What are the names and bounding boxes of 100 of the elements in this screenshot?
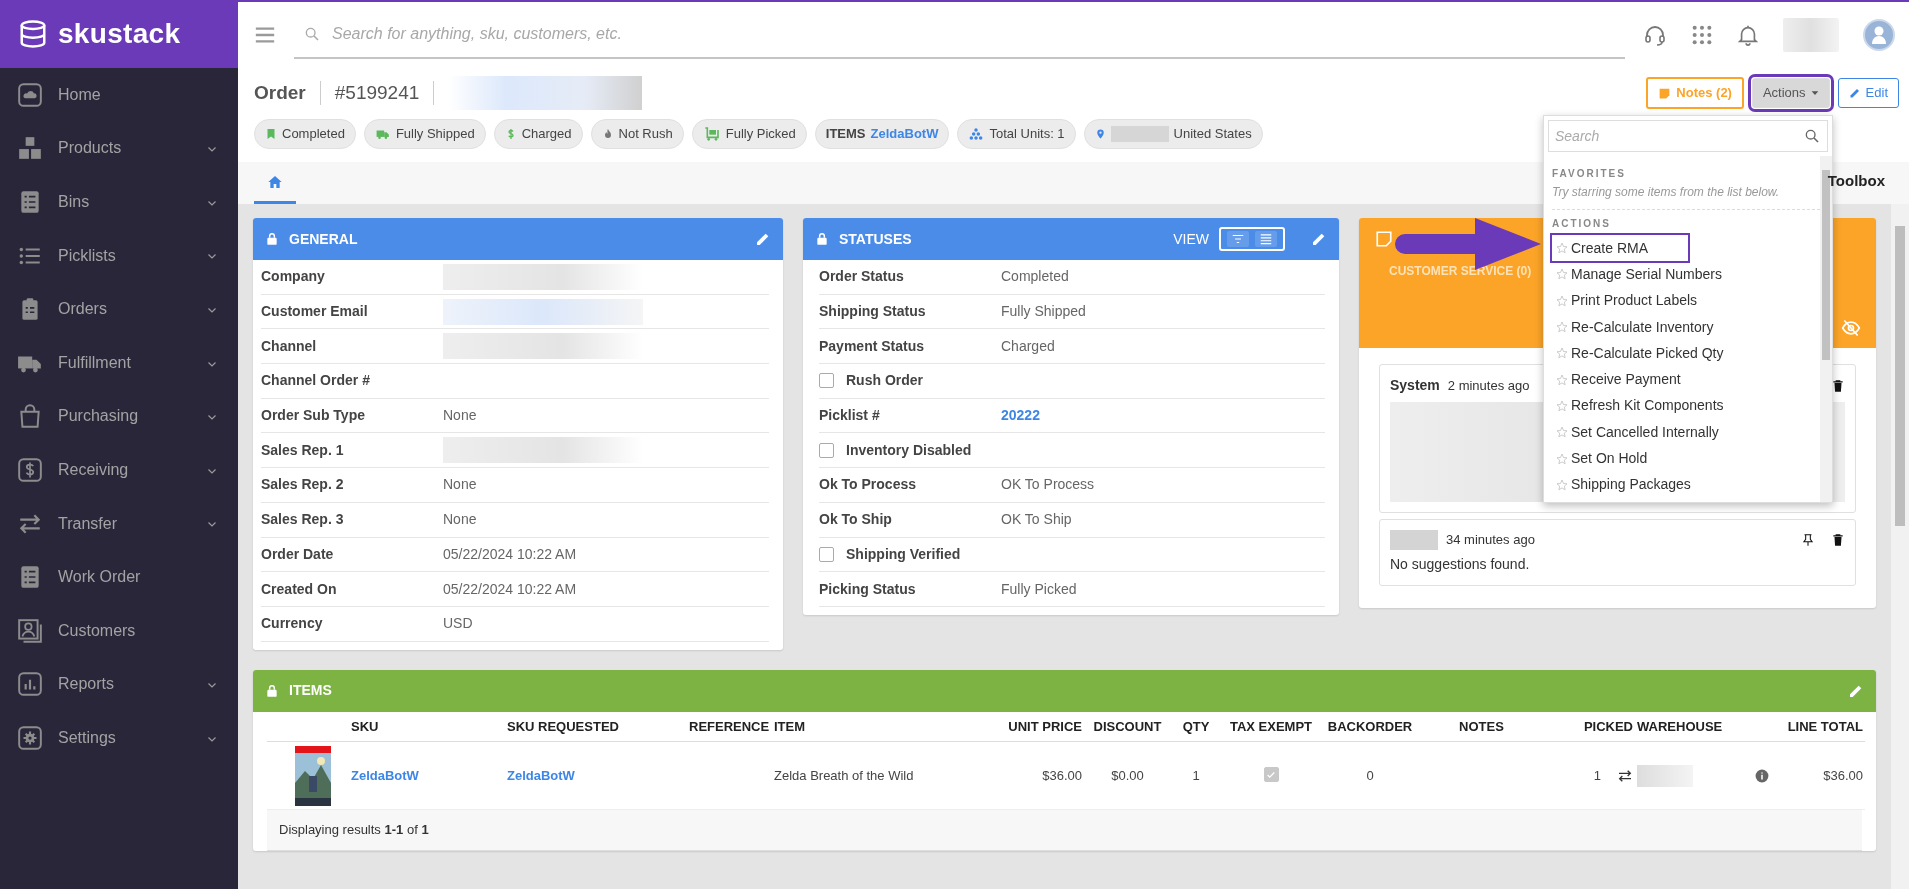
menu-icon <box>254 24 276 46</box>
field-value: OK To Ship <box>1001 510 1072 530</box>
field-value: OK To Process <box>1001 475 1095 495</box>
star-icon <box>1556 452 1568 465</box>
sidebar-item[interactable]: Picklists <box>0 228 238 283</box>
view-option[interactable] <box>1255 231 1277 247</box>
search-icon <box>304 26 320 42</box>
location-chip: United States <box>1083 119 1263 149</box>
edit-button[interactable]: Edit <box>1837 78 1899 108</box>
trash-icon <box>1831 377 1845 394</box>
trash-icon <box>1831 532 1845 548</box>
field-value: Completed <box>1001 267 1069 287</box>
field-value: 05/22/2024 10:22 AM <box>443 544 577 564</box>
table-cell: $0.00 <box>1111 767 1144 783</box>
hidden-icon <box>1840 318 1862 338</box>
chip-label: ITEMS <box>825 125 866 144</box>
sidebar-item[interactable]: Purchasing <box>0 389 238 444</box>
field-value: USD <box>443 614 473 634</box>
card-header: ITEMS <box>253 669 1876 712</box>
lock-icon <box>265 682 279 699</box>
view-option[interactable] <box>1227 231 1249 247</box>
menu-item[interactable]: Set On Hold <box>1552 445 1652 472</box>
column-header: TAX EXEMPT <box>1229 718 1313 734</box>
status-chip: Fully Picked <box>691 119 807 149</box>
sku-link[interactable]: ZeldaBotW <box>870 124 939 144</box>
menu-search-field[interactable]: Search <box>1548 120 1828 152</box>
logo-text: skustack <box>58 17 181 51</box>
units-chip: Total Units: 1 <box>957 119 1076 149</box>
column-header: UNIT PRICE <box>1008 718 1082 734</box>
field-value: None <box>443 510 477 530</box>
sidebar-item[interactable]: Products <box>0 121 238 176</box>
note-icon <box>1375 230 1393 248</box>
logo-icon <box>18 19 48 49</box>
note-text: No suggestions found. <box>1390 555 1531 574</box>
section-heading: FAVORITES <box>1552 167 1627 181</box>
sidebar-item[interactable]: Reports <box>0 657 238 712</box>
headset-icon[interactable] <box>1643 23 1667 47</box>
field-label: Shipping Status <box>819 302 927 322</box>
column-header: SKU <box>351 718 379 734</box>
column-header: LINE TOTAL <box>1787 718 1863 734</box>
menu-item[interactable]: Set Cancelled Internally <box>1552 419 1723 446</box>
lock-icon <box>815 231 829 247</box>
checkbox[interactable] <box>819 373 834 389</box>
field-label: Payment Status <box>819 336 926 356</box>
card-header: STATUSES VIEW <box>803 218 1339 260</box>
menu-item[interactable]: Receive Payment <box>1552 366 1685 393</box>
star-icon <box>1556 347 1568 360</box>
picklist-link[interactable]: 20222 <box>1001 405 1040 427</box>
status-chip: Completed <box>254 119 356 149</box>
caret-icon <box>1810 89 1819 97</box>
order-number: #5199241 <box>334 80 420 105</box>
page-title: Order <box>254 80 306 105</box>
sidebar-item[interactable]: Receiving <box>0 443 238 497</box>
field-value: None <box>443 475 477 495</box>
sidebar-item[interactable]: Work Order <box>0 550 238 604</box>
menu-item[interactable]: Manage Serial Numbers <box>1552 261 1726 288</box>
menu-item[interactable]: Refresh Kit Components <box>1552 392 1728 420</box>
status-chip: Fully Shipped <box>363 119 486 149</box>
menu-item[interactable]: Shipping Packages <box>1552 471 1695 498</box>
info-icon[interactable] <box>1755 768 1769 783</box>
menu-item[interactable]: Re-Calculate Inventory <box>1552 313 1718 341</box>
search-field[interactable]: Search for anything, sku, customers, etc. <box>330 21 1625 47</box>
note-author: System <box>1390 376 1440 395</box>
toolbox-tab[interactable]: Toolbox <box>1819 162 1893 204</box>
field-label: Ok To Process <box>819 475 917 495</box>
star-icon <box>1556 373 1568 386</box>
view-label: VIEW <box>1173 229 1209 249</box>
menu-item[interactable]: Print Product Labels <box>1552 287 1702 314</box>
note-time: 34 minutes ago <box>1446 531 1535 550</box>
column-header: BACKORDER <box>1327 718 1413 734</box>
menu-item[interactable]: Re-Calculate Picked Qty <box>1552 340 1728 367</box>
sidebar-item[interactable]: Bins <box>0 175 238 229</box>
table-cell: $36.00 <box>1042 767 1082 783</box>
star-icon <box>1556 268 1568 281</box>
checkbox[interactable] <box>819 442 834 458</box>
avatar-icon <box>1863 19 1895 51</box>
sidebar-item[interactable]: Transfer <box>0 496 238 551</box>
checkbox[interactable] <box>819 546 834 562</box>
chart-icon <box>17 671 43 698</box>
sidebar-item[interactable]: Home <box>0 68 238 122</box>
sidebar-item[interactable]: Orders <box>0 282 238 336</box>
field-label: Channel Order # <box>261 371 371 391</box>
sidebar-item[interactable]: Fulfillment <box>0 335 238 390</box>
checkbox-label: Rush Order <box>846 371 923 391</box>
table-cell: 1 <box>1192 767 1200 783</box>
sidebar-item[interactable]: Settings <box>0 711 238 765</box>
star-icon <box>1556 426 1568 439</box>
bookmark-icon <box>265 127 277 141</box>
home-icon <box>266 173 284 190</box>
lock-icon <box>265 231 279 247</box>
field-label: Picklist # <box>819 406 881 426</box>
sku-link[interactable]: ZeldaBotW <box>507 767 575 783</box>
sidebar-item[interactable]: Customers <box>0 603 238 658</box>
scrollbar[interactable] <box>1891 204 1909 889</box>
sku-link[interactable]: ZeldaBotW <box>351 767 419 783</box>
pin-icon <box>1094 127 1106 141</box>
table-cell-text: 1 <box>1593 766 1601 785</box>
menu-item[interactable]: Create RMA <box>1552 235 1689 262</box>
checkbox-label: Inventory Disabled <box>846 440 972 460</box>
column-header: ITEM <box>774 718 806 734</box>
